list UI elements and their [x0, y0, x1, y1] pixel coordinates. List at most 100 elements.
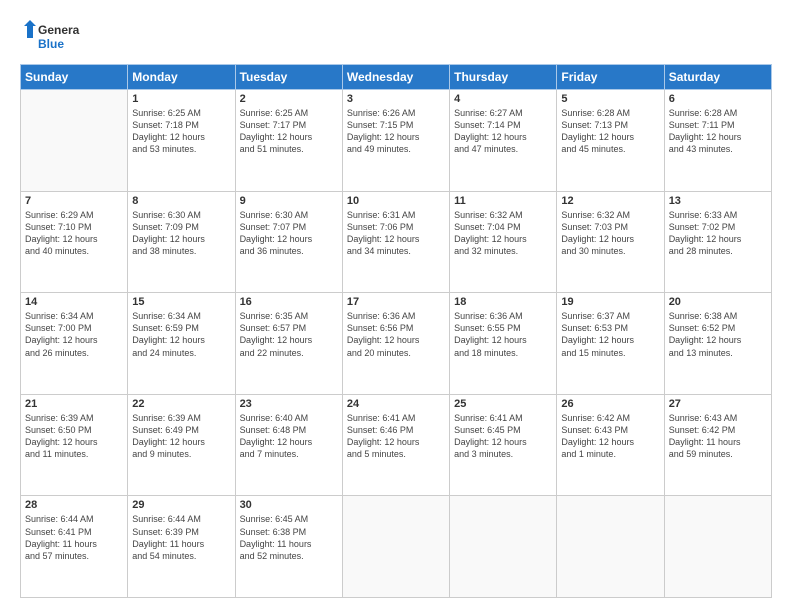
calendar-table: SundayMondayTuesdayWednesdayThursdayFrid…: [20, 64, 772, 598]
calendar-cell: 5 Sunrise: 6:28 AMSunset: 7:13 PMDaylight…: [557, 90, 664, 192]
day-info: Sunrise: 6:34 AMSunset: 6:59 PMDaylight:…: [132, 310, 230, 359]
calendar-header-row: SundayMondayTuesdayWednesdayThursdayFrid…: [21, 65, 772, 90]
day-info: Sunrise: 6:25 AMSunset: 7:17 PMDaylight:…: [240, 107, 338, 156]
day-number: 23: [240, 398, 338, 410]
col-header-saturday: Saturday: [664, 65, 771, 90]
day-number: 15: [132, 296, 230, 308]
calendar-week-row: 7 Sunrise: 6:29 AMSunset: 7:10 PMDaylight…: [21, 191, 772, 293]
day-number: 30: [240, 499, 338, 511]
calendar-cell: 10Sunrise: 6:31 AMSunset: 7:06 PMDayligh…: [342, 191, 449, 293]
day-info: Sunrise: 6:40 AMSunset: 6:48 PMDaylight:…: [240, 412, 338, 461]
calendar-cell: 29Sunrise: 6:44 AMSunset: 6:39 PMDayligh…: [128, 496, 235, 598]
day-number: 17: [347, 296, 445, 308]
col-header-sunday: Sunday: [21, 65, 128, 90]
col-header-friday: Friday: [557, 65, 664, 90]
col-header-thursday: Thursday: [450, 65, 557, 90]
day-number: 7: [25, 195, 123, 207]
calendar-week-row: 28Sunrise: 6:44 AMSunset: 6:41 PMDayligh…: [21, 496, 772, 598]
calendar-cell: [21, 90, 128, 192]
day-info: Sunrise: 6:44 AMSunset: 6:39 PMDaylight:…: [132, 513, 230, 562]
col-header-wednesday: Wednesday: [342, 65, 449, 90]
calendar-cell: 24 Sunrise: 6:41 AMSunset: 6:46 PMDayligh…: [342, 394, 449, 496]
col-header-monday: Monday: [128, 65, 235, 90]
calendar-cell: 1 Sunrise: 6:25 AMSunset: 7:18 PMDaylight…: [128, 90, 235, 192]
day-info: Sunrise: 6:29 AMSunset: 7:10 PMDaylight:…: [25, 209, 123, 258]
day-number: 14: [25, 296, 123, 308]
calendar-cell: [664, 496, 771, 598]
day-info: Sunrise: 6:43 AMSunset: 6:42 PMDaylight:…: [669, 412, 767, 461]
calendar-cell: 9 Sunrise: 6:30 AMSunset: 7:07 PMDaylight…: [235, 191, 342, 293]
day-number: 21: [25, 398, 123, 410]
calendar-week-row: 1 Sunrise: 6:25 AMSunset: 7:18 PMDaylight…: [21, 90, 772, 192]
day-info: Sunrise: 6:26 AMSunset: 7:15 PMDaylight:…: [347, 107, 445, 156]
calendar-cell: [450, 496, 557, 598]
col-header-tuesday: Tuesday: [235, 65, 342, 90]
day-number: 4: [454, 93, 552, 105]
day-number: 9: [240, 195, 338, 207]
calendar-cell: 4 Sunrise: 6:27 AMSunset: 7:14 PMDaylight…: [450, 90, 557, 192]
day-number: 2: [240, 93, 338, 105]
calendar-week-row: 21Sunrise: 6:39 AMSunset: 6:50 PMDayligh…: [21, 394, 772, 496]
day-info: Sunrise: 6:38 AMSunset: 6:52 PMDaylight:…: [669, 310, 767, 359]
day-number: 8: [132, 195, 230, 207]
calendar-cell: 30 Sunrise: 6:45 AMSunset: 6:38 PMDayligh…: [235, 496, 342, 598]
day-info: Sunrise: 6:33 AMSunset: 7:02 PMDaylight:…: [669, 209, 767, 258]
calendar-cell: 8 Sunrise: 6:30 AMSunset: 7:09 PMDaylight…: [128, 191, 235, 293]
day-info: Sunrise: 6:36 AMSunset: 6:55 PMDaylight:…: [454, 310, 552, 359]
day-info: Sunrise: 6:28 AMSunset: 7:11 PMDaylight:…: [669, 107, 767, 156]
day-info: Sunrise: 6:27 AMSunset: 7:14 PMDaylight:…: [454, 107, 552, 156]
calendar-week-row: 14 Sunrise: 6:34 AMSunset: 7:00 PMDayligh…: [21, 293, 772, 395]
day-info: Sunrise: 6:32 AMSunset: 7:04 PMDaylight:…: [454, 209, 552, 258]
calendar-cell: 14 Sunrise: 6:34 AMSunset: 7:00 PMDayligh…: [21, 293, 128, 395]
day-number: 12: [561, 195, 659, 207]
day-info: Sunrise: 6:44 AMSunset: 6:41 PMDaylight:…: [25, 513, 123, 562]
day-info: Sunrise: 6:25 AMSunset: 7:18 PMDaylight:…: [132, 107, 230, 156]
day-number: 16: [240, 296, 338, 308]
calendar-cell: 20Sunrise: 6:38 AMSunset: 6:52 PMDayligh…: [664, 293, 771, 395]
calendar-cell: 6Sunrise: 6:28 AMSunset: 7:11 PMDaylight…: [664, 90, 771, 192]
day-info: Sunrise: 6:42 AMSunset: 6:43 PMDaylight:…: [561, 412, 659, 461]
calendar-cell: 2 Sunrise: 6:25 AMSunset: 7:17 PMDaylight…: [235, 90, 342, 192]
day-info: Sunrise: 6:28 AMSunset: 7:13 PMDaylight:…: [561, 107, 659, 156]
calendar-cell: 16 Sunrise: 6:35 AMSunset: 6:57 PMDayligh…: [235, 293, 342, 395]
logo-svg: General Blue: [20, 18, 80, 54]
day-info: Sunrise: 6:34 AMSunset: 7:00 PMDaylight:…: [25, 310, 123, 359]
day-number: 3: [347, 93, 445, 105]
day-number: 11: [454, 195, 552, 207]
logo: General Blue: [20, 18, 80, 54]
calendar-cell: 27 Sunrise: 6:43 AMSunset: 6:42 PMDayligh…: [664, 394, 771, 496]
calendar-cell: 3 Sunrise: 6:26 AMSunset: 7:15 PMDaylight…: [342, 90, 449, 192]
day-number: 22: [132, 398, 230, 410]
calendar-cell: 11 Sunrise: 6:32 AMSunset: 7:04 PMDayligh…: [450, 191, 557, 293]
day-number: 1: [132, 93, 230, 105]
calendar-cell: 7 Sunrise: 6:29 AMSunset: 7:10 PMDaylight…: [21, 191, 128, 293]
calendar-cell: [342, 496, 449, 598]
day-info: Sunrise: 6:39 AMSunset: 6:49 PMDaylight:…: [132, 412, 230, 461]
day-number: 19: [561, 296, 659, 308]
calendar-cell: 23 Sunrise: 6:40 AMSunset: 6:48 PMDayligh…: [235, 394, 342, 496]
day-info: Sunrise: 6:35 AMSunset: 6:57 PMDaylight:…: [240, 310, 338, 359]
calendar-cell: 13 Sunrise: 6:33 AMSunset: 7:02 PMDayligh…: [664, 191, 771, 293]
day-info: Sunrise: 6:30 AMSunset: 7:09 PMDaylight:…: [132, 209, 230, 258]
calendar-cell: 26Sunrise: 6:42 AMSunset: 6:43 PMDayligh…: [557, 394, 664, 496]
day-number: 27: [669, 398, 767, 410]
day-number: 24: [347, 398, 445, 410]
calendar-cell: 19 Sunrise: 6:37 AMSunset: 6:53 PMDayligh…: [557, 293, 664, 395]
day-info: Sunrise: 6:36 AMSunset: 6:56 PMDaylight:…: [347, 310, 445, 359]
day-info: Sunrise: 6:30 AMSunset: 7:07 PMDaylight:…: [240, 209, 338, 258]
day-info: Sunrise: 6:41 AMSunset: 6:46 PMDaylight:…: [347, 412, 445, 461]
day-number: 5: [561, 93, 659, 105]
svg-text:General: General: [38, 23, 80, 37]
calendar-cell: 21Sunrise: 6:39 AMSunset: 6:50 PMDayligh…: [21, 394, 128, 496]
calendar-cell: 12 Sunrise: 6:32 AMSunset: 7:03 PMDayligh…: [557, 191, 664, 293]
calendar-cell: 15 Sunrise: 6:34 AMSunset: 6:59 PMDayligh…: [128, 293, 235, 395]
day-info: Sunrise: 6:32 AMSunset: 7:03 PMDaylight:…: [561, 209, 659, 258]
calendar-cell: 22 Sunrise: 6:39 AMSunset: 6:49 PMDayligh…: [128, 394, 235, 496]
day-info: Sunrise: 6:37 AMSunset: 6:53 PMDaylight:…: [561, 310, 659, 359]
calendar-cell: 17 Sunrise: 6:36 AMSunset: 6:56 PMDayligh…: [342, 293, 449, 395]
header: General Blue: [20, 18, 772, 54]
day-number: 18: [454, 296, 552, 308]
calendar-cell: 25Sunrise: 6:41 AMSunset: 6:45 PMDayligh…: [450, 394, 557, 496]
day-number: 13: [669, 195, 767, 207]
day-info: Sunrise: 6:45 AMSunset: 6:38 PMDaylight:…: [240, 513, 338, 562]
